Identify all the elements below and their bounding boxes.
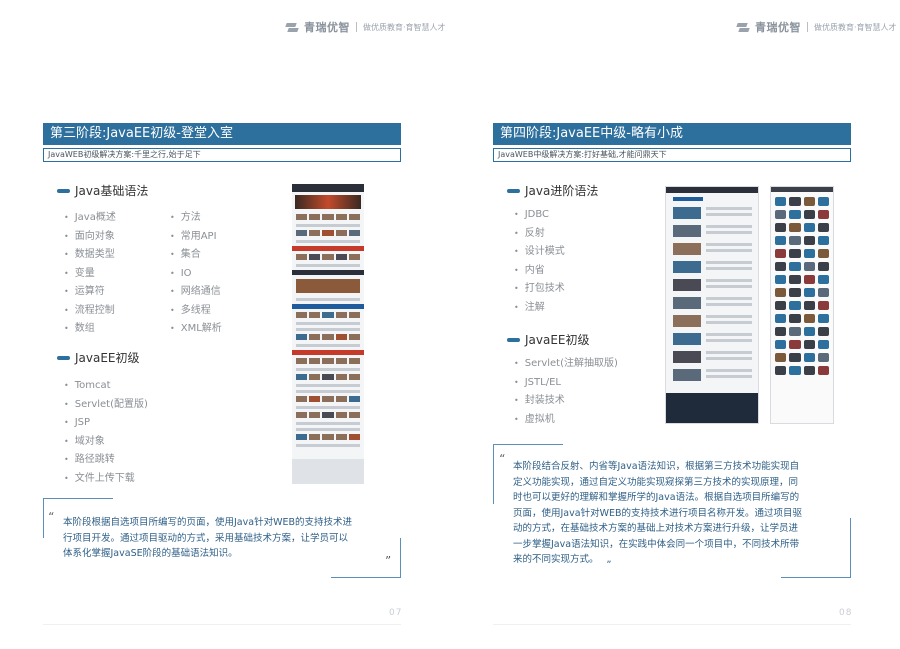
stage-subtitle: JavaWEB初级解决方案:千里之行,始于足下 (43, 148, 401, 162)
left-page: 青瑞优智 做优质教育·育智慧人才 第三阶段:JavaEE初级-登堂入室 Java… (0, 0, 450, 649)
section-heading-java-basics: Java基础语法 (57, 182, 148, 199)
summary-line: 动的方式，在基础技术方案的基础上对技术方案进行升级，让学员进 (513, 523, 799, 534)
section-dash-icon (507, 188, 520, 193)
section-dash-icon (507, 337, 520, 342)
brand-logo-icon (737, 22, 749, 33)
summary-last-line: 来的不同实现方式。 „ (513, 552, 847, 568)
footer-divider (43, 624, 401, 625)
list-item: JSP (64, 414, 148, 433)
list-item: 数组 (64, 320, 116, 339)
list-item: 设计模式 (514, 243, 565, 262)
section-dash-icon (57, 188, 70, 193)
quote-open-mark: “ (48, 510, 55, 524)
list-item: JDBC (514, 206, 565, 225)
list-item: 封装技术 (514, 392, 618, 411)
list-item: Java概述 (64, 209, 116, 228)
list-item: 面向对象 (64, 228, 116, 247)
summary-line: 本阶段根据自选项目所编写的页面，使用Java针对WEB的支持技术进 (63, 517, 352, 528)
brand-header: 青瑞优智 做优质教育·育智慧人才 (286, 19, 446, 35)
list-item: 内省 (514, 262, 565, 281)
brand-header: 青瑞优智 做优质教育·育智慧人才 (737, 19, 897, 35)
java-basics-list-col1: Java概述 面向对象 数据类型 变量 运算符 流程控制 数组 (64, 209, 116, 339)
news-website-screenshot (665, 186, 759, 424)
summary-line: 一步掌握Java语法知识，在实践中体会同一个项目中，不同技术所带 (513, 538, 800, 550)
javaee-intermediate-list: Servlet(注解抽取版) JSTL/EL 封装技术 虚拟机 (514, 355, 618, 429)
summary-line: 页面，使用Java针对WEB的支持技术进行项目名称开发。通过项目驱 (513, 507, 802, 519)
list-item: 方法 (170, 209, 222, 228)
list-item: 运算符 (64, 283, 116, 302)
summary-line: 时也可以更好的理解和掌握所学的Java语法。根据自选项目所编写的 (513, 492, 800, 503)
brand-tagline: 做优质教育·育智慧人才 (814, 22, 897, 32)
right-page: 青瑞优智 做优质教育·育智慧人才 第四阶段:JavaEE中级-略有小成 Java… (450, 0, 900, 649)
list-item: 变量 (64, 265, 116, 284)
brand-name: 青瑞优智 (304, 21, 350, 34)
list-item: 反射 (514, 225, 565, 244)
list-item: 流程控制 (64, 302, 116, 321)
page-number: 08 (839, 608, 853, 618)
section-dash-icon (57, 355, 70, 360)
section-title: Java进阶语法 (525, 184, 599, 198)
list-item: 文件上传下载 (64, 470, 148, 489)
summary-line: 来的不同实现方式。 (513, 554, 599, 565)
list-item: 数据类型 (64, 246, 116, 265)
section-title: JavaEE初级 (75, 351, 140, 365)
list-item: 路径跳转 (64, 451, 148, 470)
summary-text: 本阶段根据自选项目所编写的页面，使用Java针对WEB的支持技术进 行项目开发。… (63, 515, 397, 562)
brand-divider (807, 22, 808, 32)
list-item: Servlet(注解抽取版) (514, 355, 618, 374)
list-item: 打包技术 (514, 280, 565, 299)
java-basics-list-col2: 方法 常用API 集合 IO 网络通信 多线程 XML解析 (170, 209, 222, 339)
quote-close-mark: „ (606, 554, 612, 565)
list-item: 集合 (170, 246, 222, 265)
section-heading-java-advanced: Java进阶语法 (507, 182, 598, 199)
summary-line: 体系化掌握JavaSE阶段的基础语法知识。 (63, 548, 238, 559)
summary-line: 定义功能实现，通过自定义功能实现窥探第三方技术的实现原理，同 (513, 476, 799, 488)
section-title: Java基础语法 (75, 184, 149, 198)
summary-quote-box: “ ” 本阶段根据自选项目所编写的页面，使用Java针对WEB的支持技术进 行项… (43, 498, 401, 578)
page-number: 07 (389, 608, 403, 618)
list-item: XML解析 (170, 320, 222, 339)
list-item: JSTL/EL (514, 374, 618, 393)
java-advanced-list: JDBC 反射 设计模式 内省 打包技术 注解 (514, 206, 565, 317)
list-item: 域对象 (64, 433, 148, 452)
section-heading-javaee-basic: JavaEE初级 (57, 349, 140, 366)
summary-text: 本阶段结合反射、内省等Java语法知识，根据第三方技术功能实现自 定义功能实现，… (513, 459, 847, 568)
summary-line: 本阶段结合反射、内省等Java语法知识，根据第三方技术功能实现自 (513, 461, 800, 472)
javaee-basic-list: Tomcat Servlet(配置版) JSP 域对象 路径跳转 文件上传下载 (64, 377, 148, 488)
quote-open-mark: “ (499, 452, 506, 466)
list-item: IO (170, 265, 222, 284)
brand-logo-icon (286, 22, 298, 33)
section-title: JavaEE初级 (525, 333, 590, 347)
footer-divider (493, 624, 851, 625)
brand-tagline: 做优质教育·育智慧人才 (363, 22, 446, 32)
list-item: 虚拟机 (514, 411, 618, 430)
stage-title: 第四阶段:JavaEE中级-略有小成 (493, 123, 851, 145)
shop-website-screenshot (770, 186, 834, 424)
brand-name: 青瑞优智 (755, 21, 801, 34)
list-item: Tomcat (64, 377, 148, 396)
project-website-screenshot (292, 184, 364, 484)
section-heading-javaee-basic: JavaEE初级 (507, 331, 590, 348)
brand-divider (356, 22, 357, 32)
stage-subtitle: JavaWEB中级解决方案:打好基础,才能问鼎天下 (493, 148, 851, 162)
list-item: 网络通信 (170, 283, 222, 302)
list-item: Servlet(配置版) (64, 396, 148, 415)
list-item: 多线程 (170, 302, 222, 321)
summary-line: 行项目开发。通过项目驱动的方式，采用基础技术方案，让学员可以 (63, 532, 349, 544)
list-item: 注解 (514, 299, 565, 318)
summary-quote-box: “ 本阶段结合反射、内省等Java语法知识，根据第三方技术功能实现自 定义功能实… (493, 444, 851, 578)
stage-title: 第三阶段:JavaEE初级-登堂入室 (43, 123, 401, 145)
list-item: 常用API (170, 228, 222, 247)
